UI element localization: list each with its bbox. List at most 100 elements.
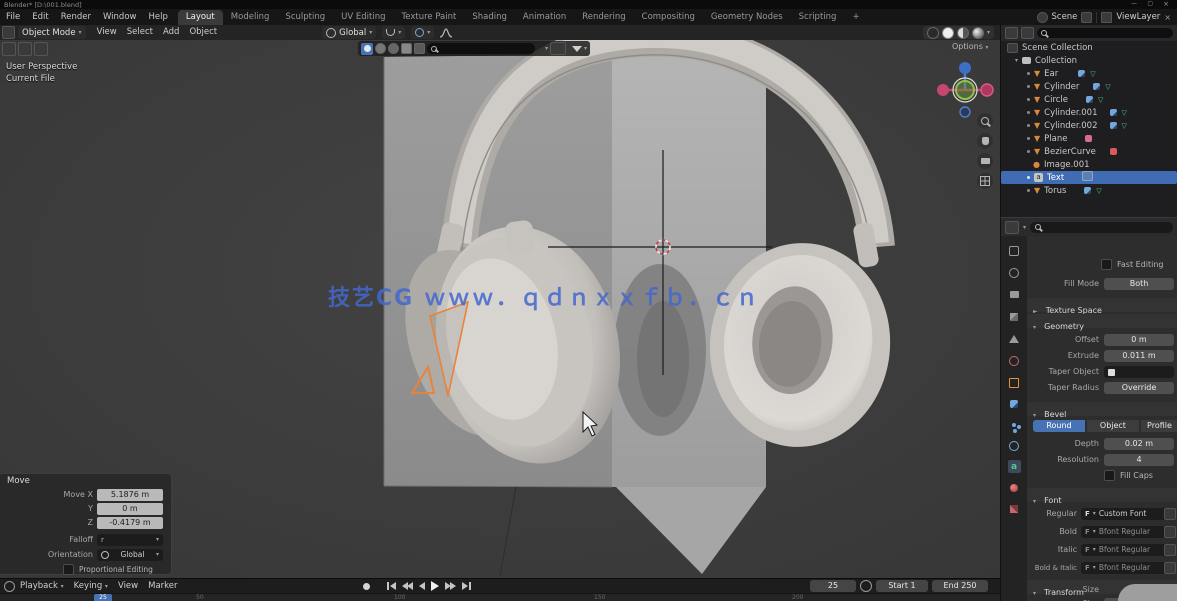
mesh-data-icon[interactable]: ▽ xyxy=(1105,83,1110,91)
text-data-icon[interactable] xyxy=(1082,171,1093,181)
extrude-field[interactable]: 0.011 m xyxy=(1104,350,1174,362)
collection-icon[interactable] xyxy=(550,42,566,55)
outliner-item[interactable]: ▼ Cylinder.001 ▽ xyxy=(1001,106,1177,119)
modifier-wrench-icon[interactable] xyxy=(1093,83,1100,90)
tab-particles[interactable] xyxy=(1008,418,1021,431)
tab-tool[interactable] xyxy=(1008,244,1021,257)
move-x-field[interactable]: 5.1876 m xyxy=(97,489,163,501)
taper-object-field[interactable] xyxy=(1104,366,1174,378)
next-keyframe-button[interactable] xyxy=(442,579,459,593)
outliner-item[interactable]: ▼ Torus ▽ xyxy=(1001,184,1177,197)
depth-field[interactable]: 0.02 m xyxy=(1104,438,1174,450)
material-preview-icon[interactable] xyxy=(957,27,969,39)
clock-icon[interactable] xyxy=(860,580,872,592)
italic-font-field[interactable]: F ▾ Bfont Regular xyxy=(1081,544,1169,556)
timeline-menu-view[interactable]: View xyxy=(113,579,143,594)
outliner-item[interactable]: ▼ Ear ▽ xyxy=(1001,67,1177,80)
tab-scene[interactable] xyxy=(1008,332,1021,345)
menu-help[interactable]: Help xyxy=(142,9,173,25)
maximize-button[interactable]: ▢ xyxy=(1147,0,1153,7)
tab-world[interactable] xyxy=(1008,354,1021,367)
mesh-data-icon[interactable]: ▽ xyxy=(1122,109,1127,117)
mesh-data-icon[interactable]: ▽ xyxy=(1122,122,1127,130)
mode-selector[interactable]: Object Mode ▾ xyxy=(18,26,86,39)
image-data-icon[interactable] xyxy=(1085,135,1092,142)
current-frame-field[interactable]: 25 xyxy=(810,580,856,592)
solid-shading-icon[interactable] xyxy=(942,27,954,39)
remove-view-layer-icon[interactable]: × xyxy=(1164,13,1171,22)
tab-texture[interactable] xyxy=(1008,502,1021,515)
regular-font-field[interactable]: F ▾ Custom Font xyxy=(1081,508,1169,520)
display-mode-icon[interactable] xyxy=(1021,27,1034,39)
properties-search-field[interactable] xyxy=(1030,222,1173,233)
move-y-field[interactable]: 0 m xyxy=(97,503,163,515)
open-font-button[interactable] xyxy=(1164,526,1176,538)
frame-end-field[interactable]: End 250 xyxy=(932,580,988,592)
options-dropdown[interactable]: Options ▾ xyxy=(952,42,988,51)
open-font-button[interactable] xyxy=(1164,562,1176,574)
proportional-editing-checkbox[interactable] xyxy=(63,564,74,575)
redo-panel-title[interactable]: Move xyxy=(7,476,171,486)
tab-material[interactable] xyxy=(1008,481,1021,494)
orientation-dropdown[interactable]: Global ▾ xyxy=(97,549,163,561)
resolution-field[interactable]: 4 xyxy=(1104,454,1174,466)
workspace-tab-layout[interactable]: Layout xyxy=(178,10,223,25)
falloff-curve-icon[interactable] xyxy=(439,28,453,38)
filter-icon-4[interactable] xyxy=(401,43,412,54)
move-z-field[interactable]: -0.4179 m xyxy=(97,517,163,529)
chevron-down-icon[interactable]: ▾ xyxy=(584,45,587,52)
proportional-editing-toggle[interactable]: ▾ xyxy=(411,26,434,39)
workspace-tab-shading[interactable]: Shading xyxy=(464,10,515,25)
workspace-tab-animation[interactable]: Animation xyxy=(515,10,574,25)
previous-keyframe-button[interactable] xyxy=(399,579,416,593)
workspace-tab-texture-paint[interactable]: Texture Paint xyxy=(394,10,465,25)
jump-to-start-button[interactable] xyxy=(384,579,399,593)
properties-editor-icon[interactable] xyxy=(1005,221,1019,234)
timeline-menu-keying[interactable]: Keying ▾ xyxy=(69,579,113,594)
editor-type-icon[interactable] xyxy=(2,26,15,39)
viewport-menu-select[interactable]: Select xyxy=(122,25,158,40)
modifier-wrench-icon[interactable] xyxy=(1086,96,1093,103)
wireframe-shading-icon[interactable] xyxy=(927,27,939,39)
bold-font-field[interactable]: F ▾ Bfont Regular xyxy=(1081,526,1169,538)
timeline-editor-icon[interactable] xyxy=(4,581,15,592)
bevel-tab-object[interactable]: Object xyxy=(1087,420,1139,432)
bevel-tab-round[interactable]: Round xyxy=(1033,420,1085,432)
jump-to-end-button[interactable] xyxy=(459,579,474,593)
workspace-tab-scripting[interactable]: Scripting xyxy=(791,10,845,25)
zoom-tool-button[interactable] xyxy=(977,113,993,129)
play-button[interactable] xyxy=(428,579,442,593)
new-scene-icon[interactable] xyxy=(1081,12,1092,23)
timeline-strip[interactable]: 50 100 150 200 25 xyxy=(0,593,1000,601)
playhead[interactable]: 25 xyxy=(94,594,112,601)
taper-radius-dropdown[interactable]: Override xyxy=(1104,382,1174,394)
fast-editing-checkbox[interactable] xyxy=(1101,259,1112,270)
view-layer-selector[interactable]: ViewLayer xyxy=(1116,12,1160,22)
outliner-search-field[interactable] xyxy=(1037,28,1173,38)
menu-render[interactable]: Render xyxy=(55,9,97,25)
tab-object[interactable] xyxy=(1008,376,1021,389)
font-section[interactable]: ▾ Font xyxy=(1027,488,1177,502)
outliner-collection-row[interactable]: ▾ Collection xyxy=(1001,54,1177,67)
timeline-menu-playback[interactable]: Playback ▾ xyxy=(15,579,69,594)
tab-object-data[interactable]: a xyxy=(1008,460,1021,473)
viewport-menu-add[interactable]: Add xyxy=(158,25,184,40)
close-button[interactable]: × xyxy=(1163,0,1169,8)
workspace-tab-modeling[interactable]: Modeling xyxy=(223,10,278,25)
tab-output[interactable] xyxy=(1008,288,1021,301)
menu-file[interactable]: File xyxy=(0,9,26,25)
fill-caps-checkbox[interactable] xyxy=(1104,470,1115,481)
filter-object-icon[interactable] xyxy=(361,43,373,55)
menu-window[interactable]: Window xyxy=(97,9,143,25)
outliner-item[interactable]: ● Image.001 xyxy=(1001,158,1177,171)
timeline-menu-marker[interactable]: Marker xyxy=(143,579,182,594)
snap-toggle[interactable]: ▾ xyxy=(382,26,405,39)
outliner-item[interactable]: ▼ Plane xyxy=(1001,132,1177,145)
outliner-item-selected[interactable]: a Text xyxy=(1001,171,1177,184)
auto-key-button[interactable] xyxy=(363,583,370,590)
filter-icon-2[interactable] xyxy=(375,43,386,54)
tab-modifiers[interactable] xyxy=(1008,397,1021,410)
modifier-wrench-icon[interactable] xyxy=(1110,122,1117,129)
workspace-tab-uv-editing[interactable]: UV Editing xyxy=(333,10,393,25)
minimize-button[interactable]: — xyxy=(1131,0,1137,7)
